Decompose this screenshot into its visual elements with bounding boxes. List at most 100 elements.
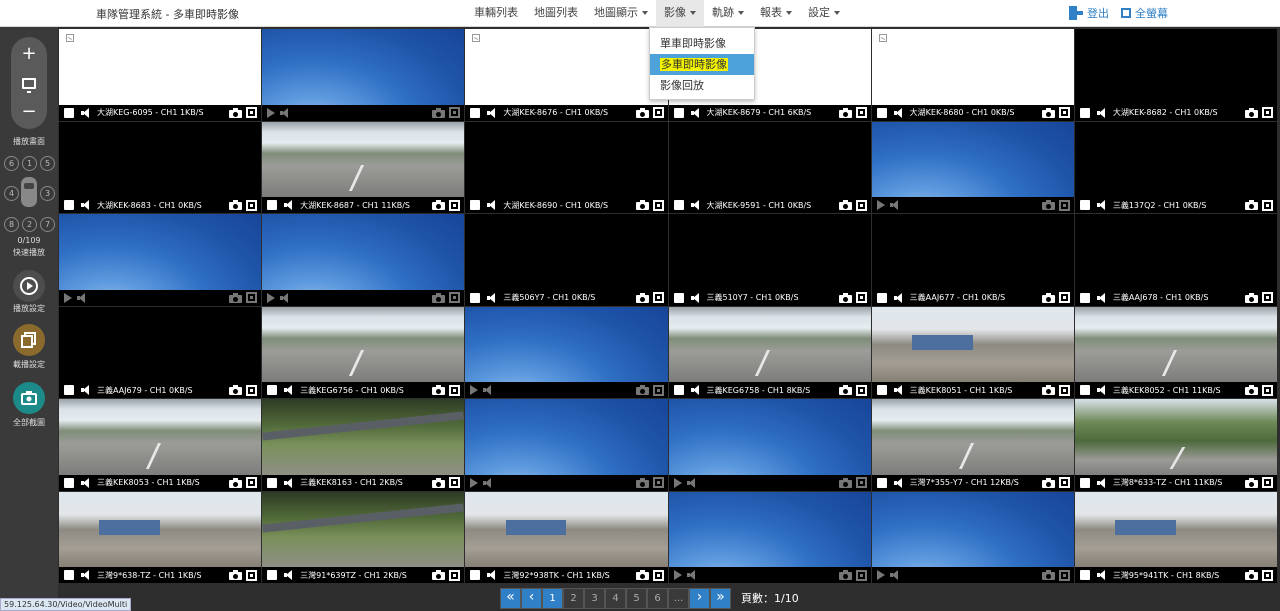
video-tile[interactable]: 三義KEK8053 - CH1 1KB/S [59, 399, 262, 491]
video-feed[interactable] [668, 121, 871, 197]
speaker-icon[interactable] [280, 292, 290, 303]
select-checkbox[interactable] [876, 292, 887, 303]
fullscreen-tile-icon[interactable] [449, 199, 461, 211]
speaker-icon[interactable] [81, 477, 91, 488]
video-feed[interactable] [871, 306, 1074, 382]
video-tile[interactable]: 三灣9*638-TZ - CH1 1KB/S [59, 491, 262, 583]
video-feed[interactable] [262, 121, 465, 197]
fullscreen-tile-icon[interactable] [1058, 569, 1070, 581]
snapshot-icon[interactable] [838, 292, 852, 303]
nav-item-2[interactable]: 地圖顯示 [586, 0, 656, 27]
select-checkbox[interactable] [1079, 292, 1090, 303]
video-feed[interactable] [262, 214, 465, 290]
select-checkbox[interactable] [876, 477, 887, 488]
fullscreen-tile-icon[interactable] [1058, 384, 1070, 396]
nav-item-3[interactable]: 影像 [656, 0, 704, 27]
direction-button-6[interactable]: 6 [4, 156, 19, 171]
speaker-icon[interactable] [487, 570, 497, 580]
next-page-button[interactable]: › [689, 587, 710, 609]
select-checkbox[interactable] [267, 385, 278, 395]
video-tile[interactable]: 三義AAJ679 - CH1 0KB/S [59, 306, 262, 398]
video-tile[interactable]: 三灣8*633-TZ - CH1 11KB/S [1074, 399, 1277, 491]
video-tile[interactable]: 三義506Y7 - CH1 0KB/S [465, 214, 668, 306]
speaker-icon[interactable] [487, 200, 497, 210]
video-tile[interactable] [262, 214, 465, 306]
snapshot-icon[interactable] [838, 570, 852, 580]
nav-item-4[interactable]: 軌跡 [704, 0, 752, 27]
video-feed[interactable] [59, 399, 262, 475]
snapshot-icon[interactable] [432, 385, 446, 395]
snapshot-icon[interactable] [229, 477, 243, 488]
fullscreen-tile-icon[interactable] [652, 384, 664, 396]
video-tile[interactable]: 三義510Y7 - CH1 0KB/S [668, 214, 871, 306]
select-checkbox[interactable] [470, 570, 481, 580]
speaker-icon[interactable] [81, 200, 91, 210]
screen-layout-button[interactable] [11, 68, 47, 98]
select-checkbox[interactable] [1079, 570, 1090, 580]
speaker-icon[interactable] [690, 385, 701, 395]
video-tile[interactable]: 大湖KEK-8690 - CH1 0KB/S [465, 121, 668, 213]
speaker-icon[interactable] [889, 200, 900, 210]
speaker-icon[interactable] [690, 292, 701, 303]
select-checkbox[interactable] [876, 107, 887, 118]
page-button[interactable]: 6 [647, 587, 668, 609]
fullscreen-tile-icon[interactable] [1262, 384, 1273, 396]
video-tile[interactable]: 三義KEG6758 - CH1 8KB/S [668, 306, 871, 398]
prev-page-button[interactable]: ‹ [521, 587, 542, 609]
fullscreen-tile-icon[interactable] [1262, 569, 1273, 581]
select-checkbox[interactable] [1079, 385, 1090, 395]
snapshot-icon[interactable] [635, 107, 649, 118]
last-page-button[interactable]: » [710, 587, 731, 609]
snapshot-icon[interactable] [432, 107, 446, 118]
video-feed[interactable] [465, 306, 668, 382]
snapshot-icon[interactable] [838, 107, 852, 118]
speaker-icon[interactable] [284, 570, 294, 580]
fullscreen-tile-icon[interactable] [855, 384, 867, 396]
page-button[interactable]: ... [668, 587, 689, 609]
fullscreen-tile-icon[interactable] [1058, 292, 1070, 303]
video-feed[interactable] [1074, 491, 1277, 567]
fullscreen-tile-icon[interactable] [1058, 107, 1070, 118]
video-tile[interactable]: 三義137Q2 - CH1 0KB/S [1074, 121, 1277, 213]
speaker-icon[interactable] [284, 200, 294, 210]
video-tile[interactable]: 大湖KEK-8676 - CH1 0KB/S [465, 29, 668, 121]
video-feed[interactable] [871, 29, 1074, 105]
video-feed[interactable] [465, 214, 668, 290]
speaker-icon[interactable] [1096, 107, 1107, 118]
select-checkbox[interactable] [267, 570, 278, 580]
play-settings-button[interactable] [13, 270, 45, 302]
video-tile[interactable] [871, 491, 1074, 583]
nav-item-5[interactable]: 報表 [752, 0, 800, 27]
fullscreen-tile-icon[interactable] [246, 199, 258, 211]
fullscreen-tile-icon[interactable] [1262, 199, 1273, 211]
select-checkbox[interactable] [267, 200, 278, 210]
speaker-icon[interactable] [686, 570, 697, 580]
video-feed[interactable] [262, 491, 465, 567]
snapshot-icon[interactable] [635, 477, 649, 488]
speaker-icon[interactable] [893, 385, 904, 395]
speaker-icon[interactable] [1096, 385, 1107, 395]
select-checkbox[interactable] [64, 570, 74, 580]
fullscreen-tile-icon[interactable] [449, 292, 461, 303]
select-checkbox[interactable] [64, 385, 74, 395]
fullscreen-tile-icon[interactable] [1262, 477, 1273, 488]
fullscreen-tile-icon[interactable] [652, 477, 664, 488]
fullscreen-tile-icon[interactable] [246, 384, 258, 396]
dropdown-item-2[interactable]: 影像回放 [650, 75, 754, 96]
speaker-icon[interactable] [1096, 477, 1107, 488]
select-checkbox[interactable] [673, 385, 684, 395]
play-icon[interactable] [673, 570, 682, 580]
speaker-icon[interactable] [1096, 200, 1107, 210]
direction-button-8[interactable]: 8 [4, 217, 19, 232]
speaker-icon[interactable] [284, 477, 294, 488]
direction-button-7[interactable]: 7 [40, 217, 55, 232]
snapshot-icon[interactable] [838, 200, 852, 210]
video-feed[interactable] [668, 491, 871, 567]
fullscreen-button[interactable]: 全螢幕 [1121, 5, 1168, 21]
video-tile[interactable]: 大湖KEK-8683 - CH1 0KB/S [59, 121, 262, 213]
select-checkbox[interactable] [673, 292, 684, 303]
video-feed[interactable] [1074, 214, 1277, 290]
select-checkbox[interactable] [1079, 107, 1090, 118]
snapshot-icon[interactable] [1041, 570, 1055, 580]
first-page-button[interactable]: « [500, 587, 521, 609]
